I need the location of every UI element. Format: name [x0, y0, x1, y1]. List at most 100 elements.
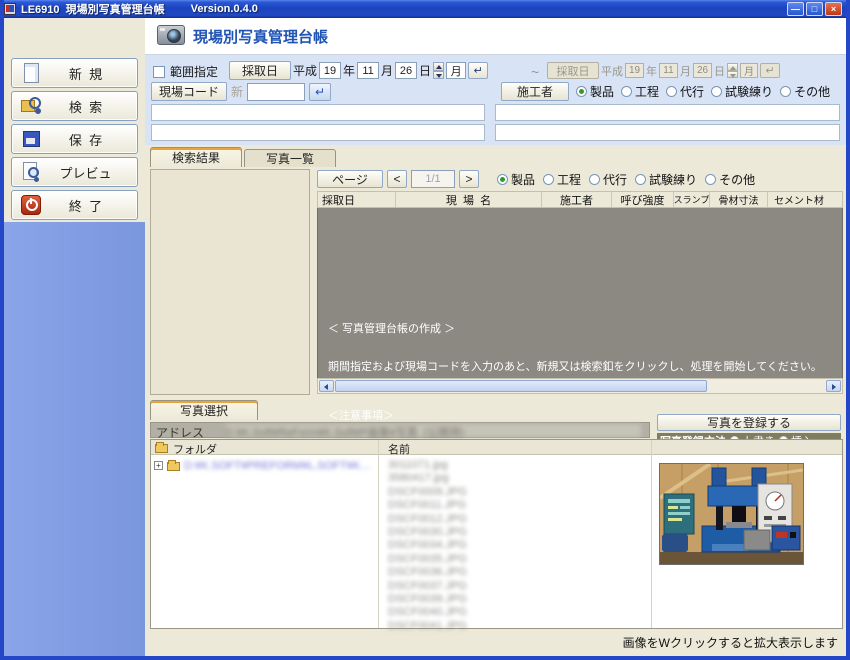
scroll-thumb[interactable]: [335, 380, 707, 392]
date-to-group: 採取日 平成 19 年 11 月 26 日 月 ↵: [547, 62, 780, 79]
next-page-button[interactable]: >: [459, 170, 479, 188]
range-checkbox[interactable]: [153, 66, 165, 78]
photo-thumbnail[interactable]: [659, 463, 804, 565]
file-item[interactable]: DSCF0034.JPG: [388, 539, 467, 552]
file-item[interactable]: DSCF0009.JPG: [388, 486, 467, 499]
tree-item-redacted[interactable]: D:¥K.SOFT¥PREFORM¥L.SOFT¥K…: [184, 460, 371, 472]
site-code-button[interactable]: 現場コード: [151, 82, 227, 101]
page-indicator: 1/1: [411, 170, 455, 188]
site-code-group: 現場コード 新 ↵: [151, 82, 331, 101]
result-grid-area: ＜ 写真管理台帳の作成 ＞ 期間指定および現場コードを入力のあと、新規又は検索釦…: [317, 208, 843, 378]
exit-button-label: 終 了: [42, 196, 137, 215]
exit-power-icon: [20, 195, 42, 215]
sample-date-button[interactable]: 採取日: [229, 61, 291, 80]
contractor-button[interactable]: 施工者: [501, 82, 569, 101]
contractor-input-2[interactable]: [495, 124, 840, 141]
site-code-apply-button[interactable]: ↵: [309, 83, 331, 101]
tab-search-results[interactable]: 検索結果: [150, 147, 242, 167]
spinner-down-icon: [727, 71, 738, 79]
maximize-button[interactable]: □: [806, 2, 823, 16]
column-divider: [651, 440, 652, 628]
month-suffix-to: 月: [680, 63, 691, 79]
prev-page-button[interactable]: <: [387, 170, 407, 188]
result-radio-proxy[interactable]: 代行: [589, 171, 627, 188]
category-radio-other[interactable]: その他: [780, 83, 830, 100]
scroll-left-icon[interactable]: [319, 380, 334, 392]
date-enter-button[interactable]: ↵: [468, 62, 488, 79]
radio-label: 代行: [603, 171, 627, 188]
col-site-name: 現 場 名: [396, 192, 542, 207]
month-field[interactable]: 11: [357, 62, 379, 79]
contractor-input-1[interactable]: [495, 104, 840, 121]
save-button[interactable]: 保 存: [11, 124, 138, 154]
file-item[interactable]: 3580417.jpg: [388, 472, 467, 485]
year-field[interactable]: 19: [319, 62, 341, 79]
file-item[interactable]: DSCF0012.JPG: [388, 513, 467, 526]
filter-panel: 範囲指定 採取日 平成 19 年 11 月 26 日 月 ↵ ~ 採取日: [145, 55, 846, 145]
range-checkbox-label: 範囲指定: [170, 63, 218, 80]
category-radio-proxy[interactable]: 代行: [666, 83, 704, 100]
contractor-group: 施工者 製品 工程 代行 試験練り その他: [501, 82, 830, 101]
file-item[interactable]: DSCF0035.JPG: [388, 553, 467, 566]
radio-label: その他: [794, 83, 830, 100]
minimize-button[interactable]: —: [787, 2, 804, 16]
pager-row: ページ < 1/1 >: [317, 170, 479, 188]
tree-expander-icon[interactable]: +: [154, 461, 163, 470]
sidebar: 新 規 検 索 保 存 プレビュ 終 了: [4, 18, 145, 656]
page-button[interactable]: ページ: [317, 170, 383, 188]
file-browser-header: フォルダ 名前: [151, 440, 842, 455]
file-item[interactable]: DSCF0040.JPG: [388, 606, 467, 619]
date-from-group: 採取日 平成 19 年 11 月 26 日 月 ↵: [229, 61, 488, 80]
file-list: 3011071.jpg 3580417.jpg DSCF0009.JPG DSC…: [388, 459, 467, 633]
search-button-label: 検 索: [42, 97, 137, 116]
file-item[interactable]: DSCF0036.JPG: [388, 566, 467, 579]
address-bar: アドレス D:¥K.Soft¥ReForm¥K.Soft¥P画像¥写真 (公開用…: [150, 422, 650, 438]
scroll-right-icon[interactable]: [826, 380, 841, 392]
site-name-input-2[interactable]: [151, 124, 485, 141]
radio-label: 工程: [635, 83, 659, 100]
spinner-down-icon[interactable]: [433, 71, 444, 80]
radio-label: その他: [719, 171, 755, 188]
file-item[interactable]: 3011071.jpg: [388, 459, 467, 472]
result-radio-other[interactable]: その他: [705, 171, 755, 188]
category-radio-product[interactable]: 製品: [576, 83, 614, 100]
file-item[interactable]: DSCF0011.JPG: [388, 499, 467, 512]
tab-photo-select[interactable]: 写真選択: [150, 400, 258, 420]
day-field[interactable]: 26: [395, 62, 417, 79]
search-folder-icon: [20, 96, 42, 116]
radio-label: 製品: [511, 171, 535, 188]
main-panel: 現場別写真管理台帳 範囲指定 採取日 平成 19 年 11 月 26 日: [145, 18, 846, 656]
file-item[interactable]: DSCF0030.JPG: [388, 526, 467, 539]
close-button[interactable]: ×: [825, 2, 842, 16]
camera-icon: [157, 25, 185, 45]
category-radio-trial[interactable]: 試験練り: [711, 83, 773, 100]
result-radio-process[interactable]: 工程: [543, 171, 581, 188]
preview-button[interactable]: プレビュ: [11, 157, 138, 187]
exit-button[interactable]: 終 了: [11, 190, 138, 220]
spinner-up-icon: [727, 63, 738, 71]
file-item[interactable]: DSCF0039.JPG: [388, 593, 467, 606]
register-photo-button[interactable]: 写真を登録する: [657, 414, 841, 431]
era-label-to: 平成: [601, 63, 623, 79]
site-code-input[interactable]: [247, 83, 305, 101]
column-divider: [378, 440, 379, 628]
guide-title: ＜ 写真管理台帳の作成 ＞: [328, 323, 822, 336]
search-button[interactable]: 検 索: [11, 91, 138, 121]
spinner-up-icon[interactable]: [433, 62, 444, 71]
folder-column-header: フォルダ: [173, 441, 217, 457]
site-name-input-1[interactable]: [151, 104, 485, 121]
save-icon: [20, 129, 42, 149]
file-item[interactable]: DSCF0037.JPG: [388, 580, 467, 593]
category-radio-process[interactable]: 工程: [621, 83, 659, 100]
result-category-group: 製品 工程 代行 試験練り その他: [497, 171, 755, 188]
result-radio-trial[interactable]: 試験練り: [635, 171, 697, 188]
range-tilde: ~: [531, 64, 539, 80]
file-item[interactable]: DSCF0041.JPG: [388, 620, 467, 633]
page-title: 現場別写真管理台帳: [193, 26, 328, 47]
result-listbox[interactable]: [150, 169, 310, 395]
sample-date-to-button: 採取日: [547, 62, 599, 79]
tab-photo-list[interactable]: 写真一覧: [244, 149, 336, 167]
new-button[interactable]: 新 規: [11, 58, 138, 88]
preview-icon: [20, 162, 42, 182]
result-radio-product[interactable]: 製品: [497, 171, 535, 188]
